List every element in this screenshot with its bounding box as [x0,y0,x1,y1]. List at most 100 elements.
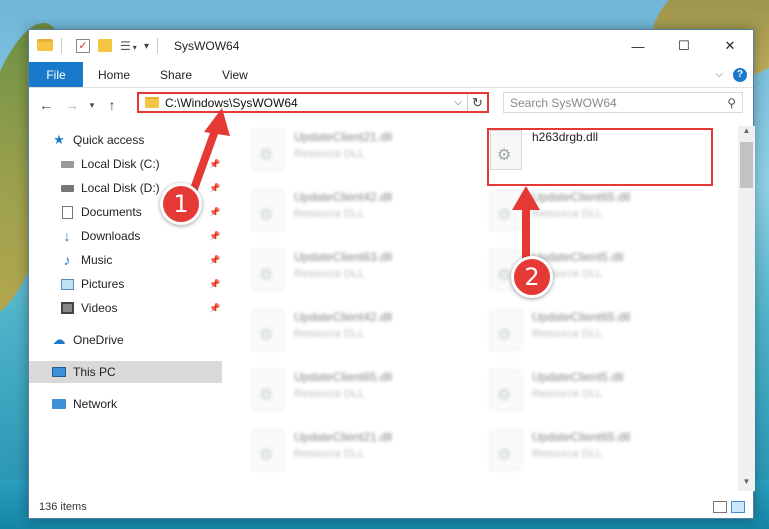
dll-file-icon: ⚙ [490,370,522,410]
file-highlight-box [487,128,713,186]
pin-icon[interactable]: 📌 [209,183,220,194]
documents-icon [59,205,75,219]
nav-item-music[interactable]: ♪ Music 📌 [29,249,222,271]
list-item[interactable]: ⚙ UpdateClient65.dll Resource DLL [482,306,712,356]
nav-item-label: Music [81,253,113,267]
pin-icon[interactable]: 📌 [209,159,220,170]
tab-home[interactable]: Home [83,62,145,87]
nav-item-label: Network [73,397,118,411]
recent-locations-icon[interactable]: ▾ [83,100,101,111]
vertical-scrollbar[interactable]: ▲ ▼ [738,126,755,491]
nav-item-pictures[interactable]: Pictures 📌 [29,273,222,295]
nav-item-local-disk-c[interactable]: Local Disk (C:) 📌 [29,153,222,175]
pin-icon[interactable]: 📌 [209,231,220,242]
divider [61,38,62,54]
download-icon: ↓ [63,228,71,244]
file-name: UpdateClient21.dll [294,430,393,444]
nav-item-downloads[interactable]: ↓ Downloads 📌 [29,225,222,247]
pictures-icon [59,277,75,291]
expand-ribbon-icon[interactable]: ⌵ [715,69,723,80]
qat-dropdown-icon[interactable]: ▾ [144,41,149,52]
pin-icon[interactable]: 📌 [209,255,220,266]
folder-icon [145,97,159,108]
pin-icon[interactable]: 📌 [209,279,220,290]
close-button[interactable]: ✕ [707,30,753,62]
title-bar: ✓ ☰ ▾ ▾ SysWOW64 — ☐ ✕ [29,30,753,62]
back-arrow-icon[interactable]: ← [37,97,55,113]
help-icon[interactable]: ? [733,67,747,82]
list-item[interactable]: ⚙ UpdateClient21.dll Resource DLL [244,426,474,476]
tab-share[interactable]: Share [145,62,207,87]
scroll-up-icon[interactable]: ▲ [738,126,755,140]
file-type: Resource DLL [532,388,603,400]
pin-icon[interactable]: 📌 [209,303,220,314]
file-type: Resource DLL [294,208,365,220]
list-item[interactable]: ⚙ UpdateClient63.dll Resource DLL [244,246,474,296]
minimize-button[interactable]: — [615,30,661,62]
list-item[interactable]: ⚙ UpdateClient5.dll Resource DLL [482,366,712,416]
search-input[interactable]: Search SysWOW64 ⚲ [503,92,743,113]
navigation-pane: ★ Quick access Local Disk (C:) 📌 Local D… [29,126,222,491]
file-name: UpdateClient42.dll [294,310,393,324]
forward-arrow-icon[interactable]: → [63,97,81,113]
dll-file-icon: ⚙ [490,430,522,470]
file-name: UpdateClient5.dll [532,370,624,384]
up-arrow-icon[interactable]: ↑ [103,97,121,113]
list-item[interactable]: ⚙ UpdateClient21.dll Resource DLL [244,126,474,176]
scroll-down-icon[interactable]: ▼ [738,477,755,491]
nav-item-videos[interactable]: Videos 📌 [29,297,222,319]
nav-item-label: Quick access [73,133,145,147]
scroll-thumb[interactable] [740,142,753,188]
file-type: Resource DLL [294,328,365,340]
drive-icon [59,181,75,195]
refresh-icon[interactable]: ↻ [467,94,487,111]
dll-file-icon: ⚙ [252,430,284,470]
list-item[interactable]: ⚙ UpdateClient65.dll Resource DLL [482,426,712,476]
cloud-icon: ☁ [52,332,66,347]
tab-file[interactable]: File [29,62,83,87]
status-bar: 136 items [29,495,753,519]
list-item[interactable]: ⚙ UpdateClient42.dll Resource DLL [244,186,474,236]
file-name: UpdateClient63.dll [294,250,393,264]
search-placeholder: Search SysWOW64 [510,95,617,110]
dll-file-icon: ⚙ [490,190,522,230]
list-item[interactable]: ⚙ UpdateClient65.dll Resource DLL [244,366,474,416]
details-view-icon[interactable] [713,501,727,513]
pin-icon[interactable]: 📌 [209,207,220,218]
step-badge-2: 2 [511,256,553,298]
nav-item-label: Downloads [81,229,141,243]
ribbon-tabs: File Home Share View ⌵ ? [29,62,753,88]
dll-file-icon: ⚙ [252,190,284,230]
nav-item-onedrive[interactable]: ☁ OneDrive [29,329,222,351]
nav-item-this-pc[interactable]: This PC [29,361,222,383]
file-type: Resource DLL [532,448,603,460]
customize-qat-icon[interactable]: ☰ ▾ [120,39,137,53]
file-name: UpdateClient65.dll [294,370,393,384]
drive-icon [59,157,75,171]
large-icons-view-icon[interactable] [731,501,745,513]
file-type: Resource DLL [294,448,365,460]
new-folder-icon[interactable] [98,39,114,53]
nav-item-quick-access[interactable]: ★ Quick access [29,129,222,151]
nav-item-network[interactable]: Network [29,393,222,415]
search-icon[interactable]: ⚲ [727,96,736,110]
file-name: UpdateClient21.dll [294,130,393,144]
divider [157,38,159,54]
window-title: SysWOW64 [174,39,240,53]
file-explorer-window: ✓ ☰ ▾ ▾ SysWOW64 — ☐ ✕ File Home Share Vi… [28,29,755,519]
file-type: Resource DLL [294,148,365,160]
list-item[interactable]: ⚙ UpdateClient42.dll Resource DLL [244,306,474,356]
address-path[interactable]: C:\Windows\SysWOW64 [165,96,298,110]
address-bar[interactable]: C:\Windows\SysWOW64 ⌵ ↻ [137,92,489,113]
list-item[interactable]: ⚙ UpdateClient65.dll Resource DLL [482,186,712,236]
chevron-down-icon[interactable]: ⌵ [449,97,467,108]
file-type: Resource DLL [532,328,603,340]
maximize-button[interactable]: ☐ [661,30,707,62]
dll-file-icon: ⚙ [252,250,284,290]
folder-icon [37,39,53,53]
file-name: UpdateClient42.dll [294,190,393,204]
tab-view[interactable]: View [207,62,263,87]
properties-check-icon[interactable]: ✓ [76,39,92,53]
star-icon: ★ [53,132,65,147]
videos-icon [59,301,75,315]
